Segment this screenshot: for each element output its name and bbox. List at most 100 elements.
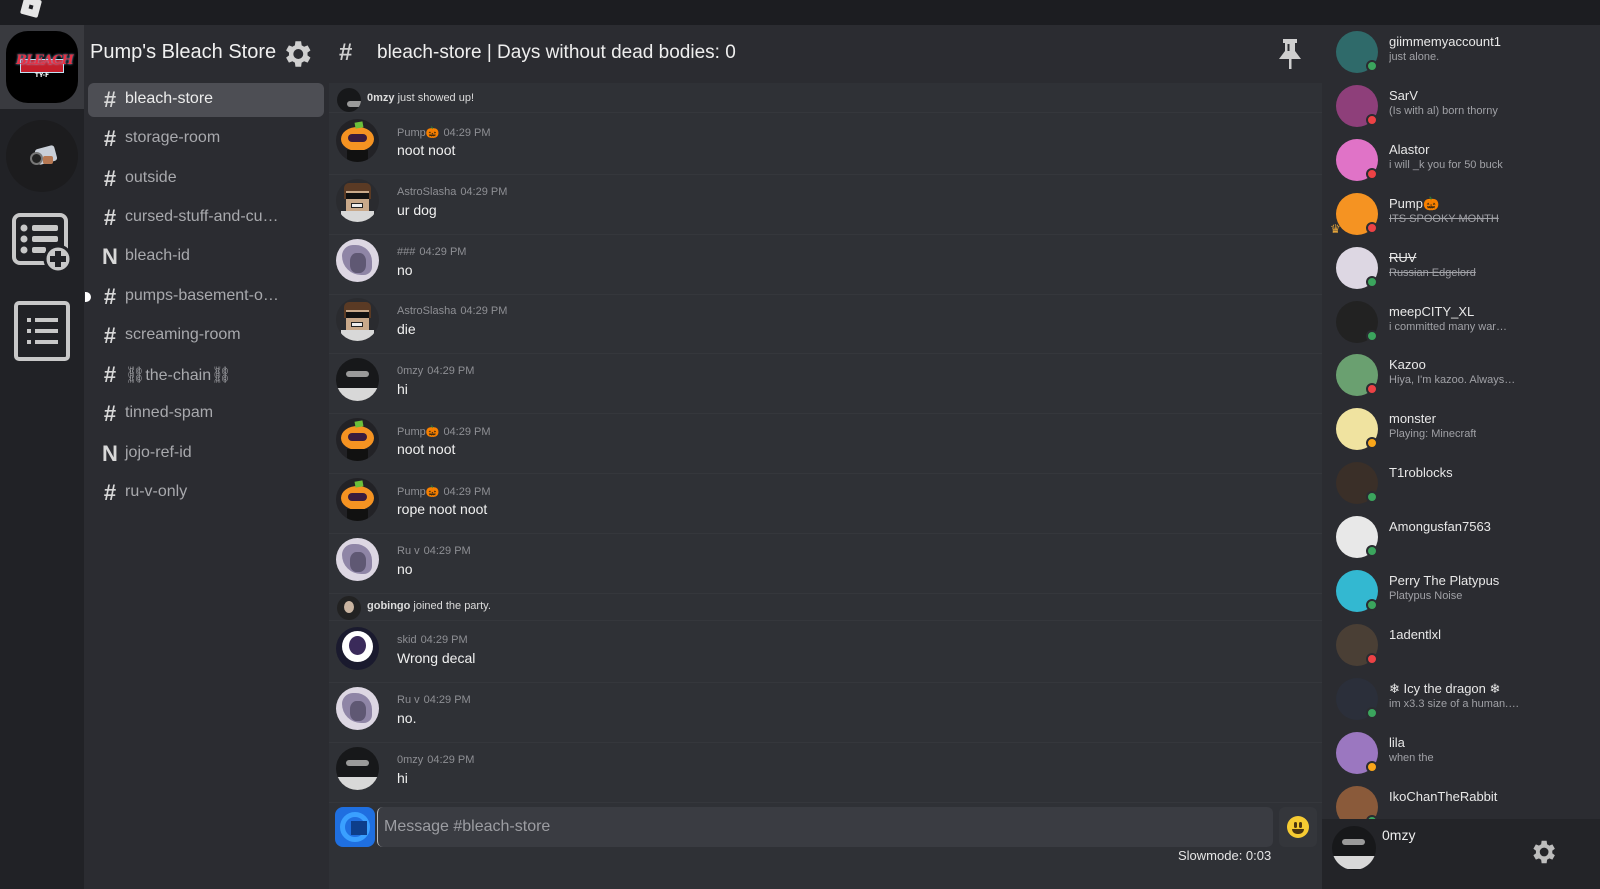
message-author[interactable]: AstroSlasha xyxy=(397,186,456,198)
avatar[interactable] xyxy=(336,537,379,581)
pin-icon xyxy=(1279,39,1301,69)
member-item[interactable]: meepCITY_XL i committed many war… xyxy=(1322,299,1600,353)
channel-item[interactable]: # screaming-room xyxy=(88,319,324,353)
channel-item[interactable]: # tinned-spam xyxy=(88,397,324,431)
channel-name: screaming-room xyxy=(125,325,241,343)
current-user-avatar[interactable] xyxy=(1332,826,1376,870)
news-channel-icon: N xyxy=(102,440,118,466)
avatar[interactable] xyxy=(337,596,361,621)
member-status: Hiya, I'm kazoo. Always… xyxy=(1389,374,1516,387)
member-status: i committed many war… xyxy=(1389,320,1507,333)
avatar[interactable] xyxy=(336,298,379,342)
channel-item[interactable]: # bleach-store xyxy=(88,83,324,117)
channel-name: storage-room xyxy=(125,129,221,147)
member-item[interactable]: Amongusfan7563 xyxy=(1322,514,1600,568)
message-text: Wrong decal xyxy=(397,650,476,667)
text-channel-icon: # xyxy=(103,126,117,152)
member-name: monster xyxy=(1389,411,1436,427)
list-icon xyxy=(14,301,70,361)
member-item[interactable]: RUV Russian Edgelord xyxy=(1322,245,1600,299)
channel-item[interactable]: Nbleach-id xyxy=(88,240,324,274)
message-item: AstroSlasha 04:29 PM ur dog xyxy=(329,175,1322,235)
status-online-icon xyxy=(1366,599,1378,611)
message-author[interactable]: Ru v xyxy=(397,694,420,706)
member-item[interactable]: Perry The Platypus Platypus Noise xyxy=(1322,568,1600,622)
member-status: (Is with al) born thorny xyxy=(1389,104,1498,117)
current-user-name: 0mzy xyxy=(1382,827,1416,843)
member-item[interactable]: T1roblocks xyxy=(1322,460,1600,514)
message-item: AstroSlasha 04:29 PM die xyxy=(329,294,1322,355)
channel-item[interactable]: # ⛓the-chain⛓ xyxy=(88,358,324,392)
avatar[interactable] xyxy=(336,358,379,402)
member-item[interactable]: monster Playing: Minecraft xyxy=(1322,406,1600,460)
message-input[interactable] xyxy=(377,807,1273,847)
message-author[interactable]: ### xyxy=(397,246,415,258)
message-author[interactable]: Pump🎃 xyxy=(397,426,439,438)
member-name: Kazoo xyxy=(1389,357,1426,373)
channel-item[interactable]: Njojo-ref-id xyxy=(88,437,324,471)
member-item[interactable]: ♛ Pump🎃 ITS SPOOKY MONTH xyxy=(1322,191,1600,245)
message-timestamp: 04:29 PM xyxy=(443,485,491,498)
channel-name: tinned-spam xyxy=(125,404,214,422)
member-item[interactable]: SarV (Is with al) born thorny xyxy=(1322,83,1600,137)
avatar[interactable] xyxy=(336,418,379,461)
server-list-button[interactable] xyxy=(10,299,74,363)
avatar[interactable] xyxy=(336,238,379,282)
message-author[interactable]: Pump🎃 xyxy=(397,127,439,139)
channel-item[interactable]: # outside xyxy=(88,162,324,196)
avatar[interactable] xyxy=(336,687,379,731)
channel-name: ⛓the-chain⛓ xyxy=(125,367,232,385)
channel-name: bleach-store xyxy=(125,90,214,107)
status-dnd-icon xyxy=(1366,652,1378,665)
member-item[interactable]: Kazoo Hiya, I'm kazoo. Always… xyxy=(1322,352,1600,406)
crown-icon: ♛ xyxy=(1330,221,1341,236)
message-item: 0mzy 04:29 PM hi xyxy=(329,743,1322,803)
server-icon-camera[interactable] xyxy=(6,120,78,192)
user-settings-button[interactable] xyxy=(1528,837,1558,867)
avatar[interactable] xyxy=(337,88,361,112)
avatar[interactable] xyxy=(336,178,379,222)
message-list[interactable]: 0mzy just showed up! Pump🎃 04:29 PM noot no… xyxy=(329,85,1322,805)
channel-item[interactable]: # pumps-basement-o… xyxy=(85,280,324,314)
channel-item[interactable]: # cursed-stuff-and-cu… xyxy=(88,201,324,235)
message-author[interactable]: 0mzy xyxy=(397,754,423,766)
message-author[interactable]: skid xyxy=(397,634,417,646)
member-status: Platypus Noise xyxy=(1389,590,1463,602)
system-user[interactable]: 0mzy xyxy=(367,92,395,104)
avatar[interactable] xyxy=(336,477,379,521)
member-name: meepCITY_XL xyxy=(1389,303,1475,319)
message-text: noot noot xyxy=(397,441,456,457)
composer xyxy=(335,807,1317,847)
text-channel-icon: # xyxy=(103,283,117,309)
member-item[interactable]: ❄ Icy the dragon ❄ im x3.3 size of a huma… xyxy=(1322,676,1600,730)
member-status: ITS SPOOKY MONTH xyxy=(1389,212,1499,225)
avatar[interactable] xyxy=(336,627,379,671)
text-channel-icon: # xyxy=(103,401,117,427)
avatar[interactable] xyxy=(336,119,379,162)
system-user[interactable]: gobingo xyxy=(367,600,410,612)
channel-name: outside xyxy=(125,168,177,186)
member-item[interactable]: Alastor i will _k you for 50 buck xyxy=(1322,137,1600,191)
message-timestamp: 04:29 PM xyxy=(443,127,491,139)
message-author[interactable]: 0mzy xyxy=(397,365,423,377)
member-name: T1roblocks xyxy=(1389,465,1453,481)
member-item[interactable]: lila when the xyxy=(1322,730,1600,784)
message-author[interactable]: Ru v xyxy=(397,545,420,557)
member-name: IkoChanTheRabbit xyxy=(1389,788,1498,804)
member-item[interactable]: giimmemyaccount1 just alone. xyxy=(1322,29,1600,83)
channel-item[interactable]: # storage-room xyxy=(88,122,324,156)
create-server-button[interactable] xyxy=(10,211,74,275)
message-author[interactable]: Pump🎃 xyxy=(397,486,439,498)
channel-item[interactable]: # ru-v-only xyxy=(88,476,324,510)
server-rail: BLEACH TY-F xyxy=(0,25,84,889)
server-icon-bleach[interactable]: BLEACH TY-F xyxy=(6,31,78,103)
roblox-logo-icon[interactable] xyxy=(19,0,43,20)
composer-avatar xyxy=(335,807,375,847)
avatar[interactable] xyxy=(336,747,379,790)
pinned-messages-button[interactable] xyxy=(1275,37,1305,71)
server-settings-button[interactable] xyxy=(280,37,314,71)
emoji-button[interactable] xyxy=(1279,807,1317,847)
message-author[interactable]: AstroSlasha xyxy=(397,305,456,317)
message-timestamp: 04:29 PM xyxy=(427,365,475,378)
member-item[interactable]: 1adentlxl xyxy=(1322,622,1600,676)
